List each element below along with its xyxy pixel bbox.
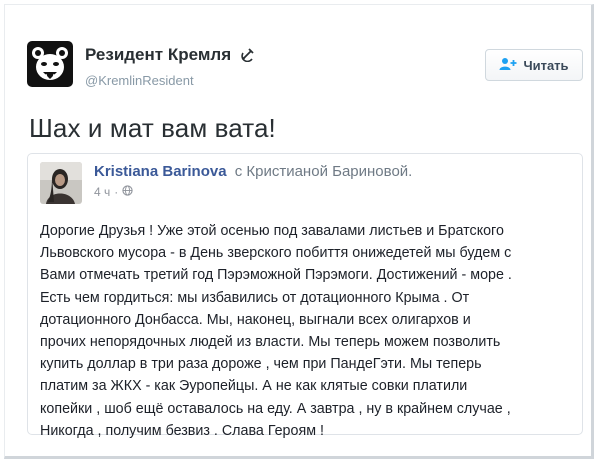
quoted-with-text: с Кристианой Бариновой. xyxy=(234,163,413,180)
body-line: Дорогие Друзья ! Уже этой осенью под зав… xyxy=(40,223,504,239)
quoted-meta: 4 ч · xyxy=(94,185,133,199)
quoted-author-avatar[interactable] xyxy=(40,162,82,204)
follow-button[interactable]: Читать xyxy=(485,49,583,81)
body-line: дотационного Донбасса. Мы, наконец, выгн… xyxy=(40,311,471,328)
tweet-text: Шах и мат вам вата! xyxy=(29,113,276,143)
tweet-card: Резидент Кремля @KremlinResident Читать … xyxy=(4,4,594,459)
meta-separator: · xyxy=(114,185,119,199)
body-line: Никогда , получим безвиз . Слава Героям … xyxy=(40,422,324,439)
author-handle[interactable]: @KremlinResident xyxy=(85,73,194,88)
author-name-text: Резидент Кремля xyxy=(85,45,232,64)
body-line: купить доллар в три раза дороже , чем пр… xyxy=(40,356,482,373)
body-line: Вами отмечать третий год Пэрэможной Пэрэ… xyxy=(40,267,512,284)
quoted-timestamp[interactable]: 4 ч xyxy=(94,185,110,199)
hammer-sickle-icon xyxy=(240,46,256,67)
body-line: копейки , шоб ещё оставалось на еду. А з… xyxy=(40,400,511,417)
quoted-post[interactable]: Kristiana Barinova с Кристианой Бариново… xyxy=(27,153,583,439)
globe-icon xyxy=(122,185,133,199)
author-name[interactable]: Резидент Кремля xyxy=(85,45,256,67)
bear-logo-icon[interactable] xyxy=(27,41,73,87)
body-line: платим за ЖКХ - как Эуропейцы. А не как … xyxy=(40,378,468,395)
body-line: Есть чем гордиться: мы избавились от дот… xyxy=(40,289,470,306)
follow-button-label: Читать xyxy=(523,57,569,73)
quoted-header: Kristiana Barinova с Кристианой Бариново… xyxy=(94,163,412,180)
body-line: прочих непорядочных людей из власти. Мы … xyxy=(40,334,501,351)
quoted-author-name[interactable]: Kristiana Barinova xyxy=(94,163,227,180)
add-user-icon xyxy=(499,57,517,74)
body-line: Львовского мусора - в День зверского поб… xyxy=(40,245,512,262)
quoted-body: Дорогие Друзья ! Уже этой осенью под зав… xyxy=(40,220,576,442)
